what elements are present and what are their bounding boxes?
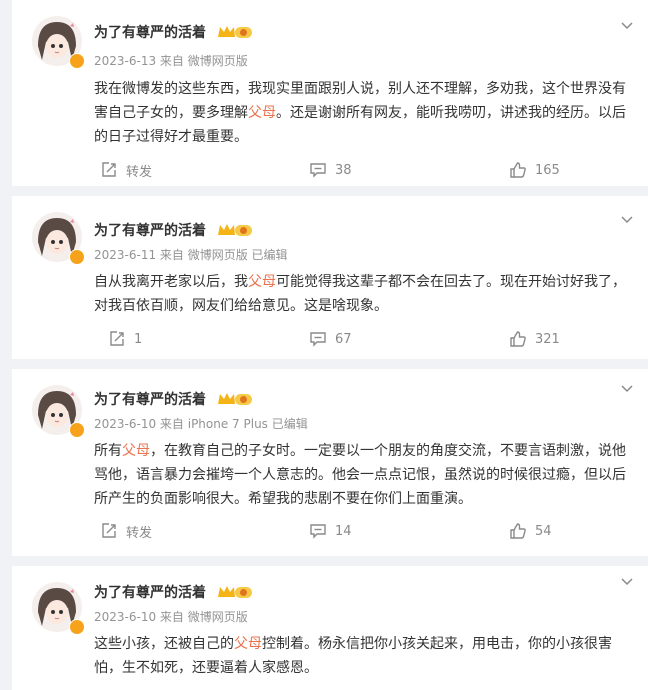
vip-crown-icon — [218, 393, 252, 405]
post-card: 为了有尊严的活着 2023-6-11 来自 微博网页版 已编辑 自从我离开老家以… — [12, 196, 648, 359]
thumbs-up-icon — [510, 331, 526, 347]
post-card: 为了有尊严的活着 2023-6-10 来自 iPhone 7 Plus 已编辑 … — [12, 369, 648, 556]
repost-button[interactable]: 转发 — [100, 521, 152, 541]
like-button[interactable]: 54 — [509, 521, 552, 541]
post-card: 为了有尊严的活着 2023-6-13 来自 微博网页版 我在微博发的这些东西，我… — [12, 0, 648, 186]
post-meta: 2023-6-13 来自 微博网页版 — [94, 54, 248, 68]
post-meta: 2023-6-11 来自 微博网页版 已编辑 — [94, 248, 288, 262]
keyword-highlight[interactable]: 父母 — [248, 105, 276, 121]
like-button[interactable]: 165 — [509, 160, 560, 180]
repost-icon — [102, 523, 116, 538]
thumbs-up-icon — [510, 162, 526, 178]
vip-crown-icon — [218, 26, 252, 38]
chevron-down-icon[interactable] — [620, 212, 634, 226]
chevron-down-icon[interactable] — [620, 381, 634, 395]
comment-icon — [310, 332, 326, 347]
verified-badge-icon — [69, 619, 85, 635]
verified-badge-icon — [69, 53, 85, 69]
keyword-highlight[interactable]: 父母 — [234, 636, 262, 652]
post-actions: 转发 14 54 — [12, 521, 648, 541]
repost-icon — [102, 162, 116, 177]
post-actions: 1 67 321 — [12, 329, 648, 349]
user-name[interactable]: 为了有尊严的活着 — [94, 220, 206, 240]
post-meta: 2023-6-10 来自 iPhone 7 Plus 已编辑 — [94, 417, 308, 431]
post-meta: 2023-6-10 来自 微博网页版 — [94, 610, 248, 624]
verified-badge-icon — [69, 422, 85, 438]
avatar[interactable] — [32, 582, 85, 635]
comment-button[interactable]: 67 — [309, 329, 352, 349]
post-content: 这些小孩，还被自己的父母控制着。杨永信把你小孩关起来，用电击，你的小孩很害怕，生… — [94, 636, 612, 676]
post-card: 为了有尊严的活着 2023-6-10 来自 微博网页版 这些小孩，还被自己的父母… — [12, 566, 648, 690]
comment-button[interactable]: 14 — [309, 521, 352, 541]
post-content: 所有父母，在教育自己的子女时。一定要以一个朋友的角度交流，不要言语刺激，说他骂他… — [94, 443, 626, 507]
vip-crown-icon — [218, 586, 252, 598]
thumbs-up-icon — [510, 523, 526, 539]
post-actions: 转发 38 165 — [12, 160, 648, 180]
chevron-down-icon[interactable] — [620, 18, 634, 32]
like-button[interactable]: 321 — [509, 329, 560, 349]
weibo-feed: 为了有尊严的活着 2023-6-13 来自 微博网页版 我在微博发的这些东西，我… — [0, 0, 648, 690]
repost-button[interactable]: 转发 — [100, 160, 152, 180]
user-name[interactable]: 为了有尊严的活着 — [94, 582, 206, 602]
comment-icon — [310, 163, 326, 178]
avatar[interactable] — [32, 212, 85, 265]
chevron-down-icon[interactable] — [620, 574, 634, 588]
post-content: 自从我离开老家以后，我父母可能觉得我这辈子都不会在回去了。现在开始讨好我了，对我… — [94, 274, 626, 314]
user-name[interactable]: 为了有尊严的活着 — [94, 22, 206, 42]
post-content: 我在微博发的这些东西，我现实里面跟别人说，别人还不理解，多劝我，这个世界没有害自… — [94, 81, 626, 145]
verified-badge-icon — [69, 249, 85, 265]
avatar[interactable] — [32, 16, 85, 69]
vip-crown-icon — [218, 224, 252, 236]
comment-icon — [310, 524, 326, 539]
user-name[interactable]: 为了有尊严的活着 — [94, 389, 206, 409]
avatar[interactable] — [32, 385, 85, 438]
keyword-highlight[interactable]: 父母 — [248, 274, 276, 290]
comment-button[interactable]: 38 — [309, 160, 352, 180]
repost-icon — [110, 331, 124, 346]
repost-button[interactable]: 1 — [108, 329, 142, 349]
keyword-highlight[interactable]: 父母 — [122, 443, 150, 459]
